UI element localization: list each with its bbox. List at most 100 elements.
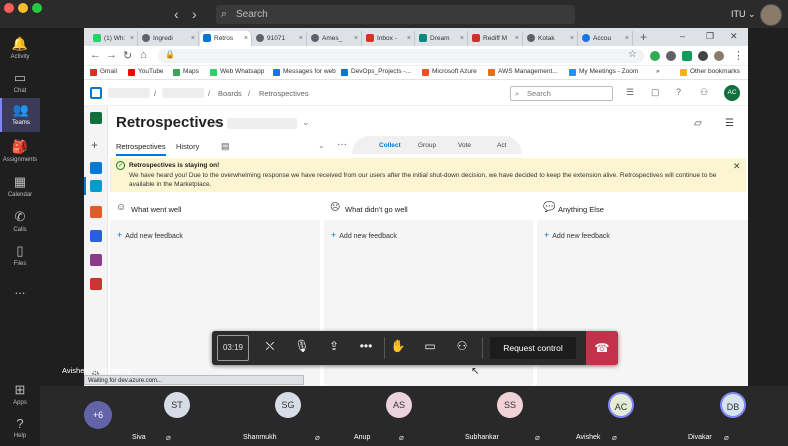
raise-hand-icon[interactable]: ✋ (388, 339, 408, 357)
pipelines-icon[interactable] (90, 230, 102, 242)
extension-icon[interactable] (666, 51, 676, 61)
org-switcher[interactable]: ITU ⌄ (731, 9, 756, 20)
marketplace-bag-icon[interactable]: ▢ (651, 87, 660, 98)
bookmark-item[interactable]: Gmail (90, 68, 117, 76)
home-icon[interactable]: ⌂ (140, 49, 147, 61)
boards-icon[interactable] (90, 180, 102, 192)
phase-vote[interactable]: Vote (458, 142, 471, 149)
extension-icon[interactable] (650, 51, 660, 61)
user-settings-icon[interactable]: ⚇ (700, 87, 708, 98)
minimize-browser-button[interactable]: – (680, 31, 685, 41)
phase-group[interactable]: Group (418, 142, 436, 149)
browser-tab[interactable]: 91071 × (253, 31, 307, 46)
bookmark-item[interactable]: My Meetings - Zoom (569, 68, 638, 76)
browser-tab[interactable]: Kotak × (524, 31, 578, 46)
more-options-icon[interactable]: ••• (356, 339, 376, 357)
menu-icon[interactable]: ☰ (725, 118, 734, 129)
maximize-window-button[interactable] (32, 3, 42, 13)
bookmark-item[interactable]: Microsoft Azure (422, 68, 477, 76)
close-tab-icon[interactable]: × (191, 31, 195, 46)
add-feedback-button[interactable]: + Add new feedback (331, 230, 397, 240)
rail-item-chat[interactable]: ▭ Chat (0, 66, 40, 100)
bookmark-item[interactable]: Maps (173, 68, 199, 76)
bookmark-star-icon[interactable]: ☆ (628, 49, 637, 60)
rail-item-activity[interactable]: 🔔 Activity (0, 32, 40, 66)
add-feedback-button[interactable]: + Add new feedback (117, 230, 183, 240)
overview-icon[interactable] (90, 162, 102, 174)
participants-icon[interactable]: ⚇ (452, 339, 472, 357)
browser-menu-icon[interactable]: ⋮ (733, 49, 744, 62)
share-screen-icon[interactable]: ⇪ (324, 339, 344, 357)
bookmark-folder[interactable]: Other bookmarks (680, 68, 740, 76)
profile-icon[interactable] (714, 51, 724, 61)
artifacts-icon[interactable] (90, 278, 102, 290)
browser-tab[interactable]: Ames_ × (308, 31, 362, 46)
browser-tab[interactable]: Dream × (416, 31, 468, 46)
extension-icon[interactable] (682, 51, 692, 61)
breadcrumb-project-blurred[interactable] (162, 88, 204, 98)
back-arrow-icon[interactable]: ‹ (174, 6, 179, 22)
dismiss-banner-icon[interactable]: ✕ (733, 161, 741, 172)
teams-search-input[interactable]: ⌕ Search (216, 5, 575, 24)
participant-tile[interactable]: ST Siva ⌀ (122, 386, 232, 446)
feedback-icon[interactable]: ▱ (694, 118, 702, 129)
participant-tile-speaking[interactable]: AC Avishek ⌀ (566, 386, 677, 446)
participant-tile[interactable]: SG Shanmukh ⌀ (233, 386, 343, 446)
close-tab-icon[interactable]: × (130, 31, 134, 46)
close-tab-icon[interactable]: × (570, 31, 574, 46)
close-tab-icon[interactable]: × (299, 31, 303, 46)
breadcrumb-boards[interactable]: Boards (218, 89, 242, 98)
project-icon[interactable] (90, 112, 102, 124)
browser-tab[interactable]: Inbox - × (363, 31, 415, 46)
tab-retrospectives[interactable]: Retrospectives (116, 142, 166, 156)
close-tab-icon[interactable]: × (515, 31, 519, 46)
breadcrumb-org-blurred[interactable] (108, 88, 150, 98)
add-icon[interactable]: + (91, 138, 98, 152)
board-icon[interactable]: ▤ (221, 141, 230, 152)
bookmark-item[interactable]: Messages for web (273, 68, 336, 76)
rail-item-calendar[interactable]: ▦ Calendar (0, 170, 40, 204)
chat-icon[interactable]: ▭ (420, 339, 440, 357)
rail-item-assignments[interactable]: 🎒 Assignments (0, 135, 40, 169)
participant-tile[interactable]: AS Anup ⌀ (344, 386, 454, 446)
close-tab-icon[interactable]: × (460, 31, 464, 46)
close-window-button[interactable] (4, 3, 14, 13)
rail-item-calls[interactable]: ✆ Calls (0, 205, 40, 239)
more-actions-icon[interactable]: ··· (337, 139, 347, 150)
restore-browser-button[interactable]: ❐ (706, 31, 714, 42)
rail-item-help[interactable]: ? Help (0, 412, 40, 446)
address-bar[interactable]: 🔒 (158, 49, 644, 63)
rail-item-more[interactable]: ... (0, 278, 40, 312)
browser-tab[interactable]: Ingredi × (139, 31, 199, 46)
help-icon[interactable]: ? (676, 87, 681, 97)
board-selector-chevron-icon[interactable]: ⌄ (318, 141, 325, 150)
extensions-puzzle-icon[interactable] (698, 51, 708, 61)
minimize-window-button[interactable] (18, 3, 28, 13)
browser-tab[interactable]: Accou × (579, 31, 633, 46)
close-tab-icon[interactable]: × (354, 31, 358, 46)
browser-tab-active[interactable]: Retros × (200, 31, 252, 46)
repos-icon[interactable] (90, 206, 102, 218)
bookmark-item[interactable]: Web Whatsapp (210, 68, 264, 76)
add-feedback-button[interactable]: + Add new feedback (544, 230, 610, 240)
more-bookmarks-button[interactable]: » (656, 68, 660, 75)
bookmark-item[interactable]: AWS Management... (488, 68, 558, 76)
mic-muted-icon[interactable]: 🎙 (292, 339, 312, 357)
rail-item-files[interactable]: ▯ Files (0, 239, 40, 273)
close-tab-icon[interactable]: × (244, 31, 248, 46)
ado-search-input[interactable]: ⌕ Search (510, 86, 613, 101)
new-tab-button[interactable]: + (640, 30, 647, 44)
tab-history[interactable]: History (176, 142, 199, 151)
phase-collect[interactable]: Collect (379, 142, 401, 149)
more-participants-button[interactable]: +6 (84, 401, 112, 429)
user-avatar[interactable] (760, 4, 782, 26)
hang-up-icon[interactable]: ☎ (586, 331, 618, 365)
chevron-down-icon[interactable]: ⌄ (302, 117, 310, 128)
request-control-button[interactable]: Request control (490, 337, 576, 359)
rail-item-teams[interactable]: 👥 Teams (0, 98, 40, 132)
test-plans-icon[interactable] (90, 254, 102, 266)
team-selector-blurred[interactable] (227, 118, 297, 129)
browser-forward-icon[interactable]: → (106, 49, 117, 61)
list-icon[interactable]: ☰ (626, 87, 634, 98)
browser-back-icon[interactable]: ← (90, 49, 101, 61)
